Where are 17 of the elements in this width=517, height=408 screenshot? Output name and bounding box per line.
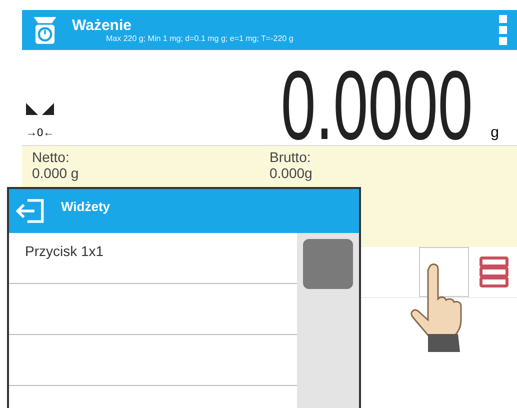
dialog-title: Widżety <box>61 198 110 214</box>
database-icon[interactable] <box>479 256 509 288</box>
scrollbar-thumb[interactable] <box>303 239 353 289</box>
exit-icon[interactable] <box>15 197 45 225</box>
menu-icon[interactable] <box>499 15 507 45</box>
zero-indicator: →0← <box>26 127 54 139</box>
scale-icon <box>32 15 58 45</box>
info-value: 0.000 g <box>32 165 80 181</box>
info-label: Brutto: <box>270 149 312 165</box>
screen-title: Ważenie <box>72 17 132 34</box>
weight-unit: g <box>490 124 499 141</box>
info-label: Netto: <box>32 149 70 165</box>
scale-specs: Max 220 g; Min 1 mg; d=0.1 mg g; e=1 mg; T=-220 g <box>106 34 294 43</box>
info-value: 0.000g <box>270 165 314 181</box>
stability-icon <box>26 103 54 115</box>
widget-slot[interactable] <box>419 247 469 297</box>
weight-value: 0.0000 <box>280 65 473 145</box>
